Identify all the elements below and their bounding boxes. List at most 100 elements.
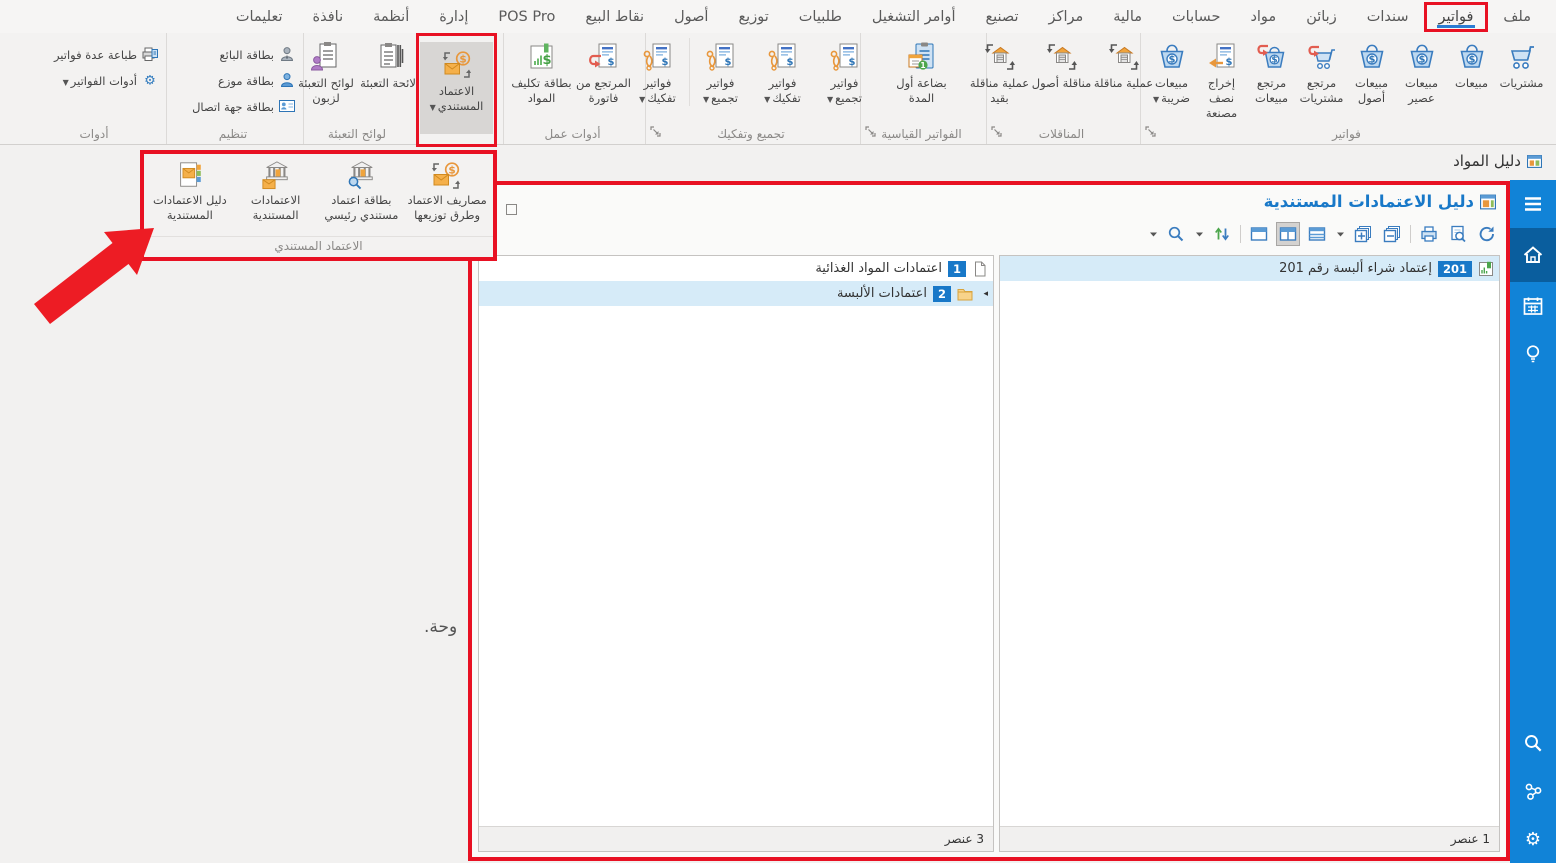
menu-tab[interactable]: إدارة xyxy=(424,2,483,32)
dropdown-menu-item[interactable]: الاعتمادات المستندية xyxy=(233,158,319,223)
panel-toolbar xyxy=(1148,223,1498,245)
menu-tab[interactable]: تعليمات xyxy=(221,2,298,32)
sidebar-item-hamburger[interactable] xyxy=(1510,180,1556,228)
toolbar-separator xyxy=(1240,225,1241,243)
panel-checkbox[interactable] xyxy=(506,204,517,215)
sidebar-item-calendar[interactable] xyxy=(1510,282,1556,330)
menu-tab[interactable]: طلبيات xyxy=(784,2,857,32)
collapse-all-button[interactable] xyxy=(1381,223,1403,245)
ribbon-button[interactable]: لائحة التعبئة xyxy=(357,38,419,91)
menu-tab[interactable]: نقاط البيع xyxy=(570,2,659,32)
ribbon-button[interactable]: $الاعتماد المستندي▼ xyxy=(420,42,493,134)
dialog-launcher-icon[interactable] xyxy=(865,122,876,141)
sidebar-item-lightbulb[interactable] xyxy=(1510,330,1556,378)
menu-tab[interactable]: مالية xyxy=(1098,2,1157,32)
bank-search-icon xyxy=(346,160,376,190)
ribbon-button[interactable]: بطاقة جهة اتصال xyxy=(192,97,295,115)
window-tab-materials-guide[interactable]: دليل المواد xyxy=(1453,152,1542,170)
doc-return-icon: $ xyxy=(588,41,620,73)
sidebar-item-search[interactable] xyxy=(1510,719,1556,767)
tree-expander-icon[interactable]: ◂ xyxy=(979,289,988,299)
view-list-button[interactable] xyxy=(1306,223,1328,245)
ribbon-button[interactable]: $بطاقة تكليف المواد xyxy=(511,38,573,106)
row-badge: 201 xyxy=(1438,261,1472,277)
ribbon-button[interactable]: بطاقة البائع xyxy=(220,45,295,63)
menu-tab[interactable]: سندات xyxy=(1352,2,1424,32)
menu-tab[interactable]: حسابات xyxy=(1157,2,1235,32)
dialog-launcher-icon[interactable] xyxy=(991,122,1002,141)
sidebar-item-settings[interactable]: ⚙ xyxy=(1510,815,1556,863)
tree-row[interactable]: 1اعتمادات المواد الغذائية xyxy=(479,256,993,281)
tree-row[interactable]: ◂2اعتمادات الألبسة xyxy=(479,281,993,306)
ribbon-button[interactable]: $فواتير تجميع▼ xyxy=(689,38,752,106)
menu-tab[interactable]: مواد xyxy=(1235,2,1291,32)
svg-text:1: 1 xyxy=(920,61,925,70)
ribbon-button[interactable]: مرتجع مشتريات xyxy=(1297,38,1347,106)
menu-tab[interactable]: نافذة xyxy=(298,2,359,32)
ribbon-button[interactable]: $فواتير تفكيك▼ xyxy=(752,38,814,106)
menu-tab[interactable]: ملف xyxy=(1488,2,1546,32)
ribbon-button-label: أدوات الفواتير▼ xyxy=(63,74,137,89)
ribbon-button[interactable]: $مبيعات أصول xyxy=(1347,38,1397,106)
bank-envelope-icon xyxy=(261,160,291,190)
dropdown-menu-item[interactable]: بطاقة اعتماد مستندي رئيسي xyxy=(319,158,405,223)
row-badge: 1 xyxy=(948,261,966,277)
dialog-launcher-icon[interactable] xyxy=(650,122,661,141)
ribbon-button[interactable]: $مبيعات xyxy=(1447,38,1497,91)
expand-all-button[interactable] xyxy=(1352,223,1374,245)
ribbon-button[interactable]: مشتريات xyxy=(1497,38,1547,91)
basket-return-icon: $ xyxy=(1256,41,1288,73)
group-label: أدوات xyxy=(26,127,162,141)
menu-tab[interactable]: فواتير xyxy=(1424,2,1489,32)
clipboard-person-icon xyxy=(310,41,342,73)
menu-tab[interactable]: POS Pro xyxy=(483,2,570,32)
ribbon-button[interactable]: $مبيعات عصير xyxy=(1397,38,1447,106)
ribbon-button[interactable]: $إخراج نصف مصنعة xyxy=(1197,38,1247,121)
ribbon-button[interactable]: ⚙أدوات الفواتير▼ xyxy=(63,71,158,89)
dropdown-button[interactable] xyxy=(1148,223,1158,245)
print-preview-button[interactable] xyxy=(1447,223,1469,245)
menu-tab[interactable]: تصنيع xyxy=(970,2,1033,32)
ribbon-button[interactable]: $فواتير تجميع▼ xyxy=(814,38,876,106)
ribbon-button-label: الاعتماد المستندي▼ xyxy=(426,84,488,114)
menu-tab[interactable]: زبائن xyxy=(1291,2,1352,32)
dropdown-menu-item[interactable]: $مصاريف الاعتماد وطرق توزيعها xyxy=(404,158,490,223)
panel-title: دليل الاعتمادات المستندية xyxy=(1264,192,1496,211)
ribbon-button[interactable]: عملية مناقلة xyxy=(1093,38,1155,91)
search-button[interactable] xyxy=(1165,223,1187,245)
refresh-button[interactable] xyxy=(1476,223,1498,245)
ribbon-button[interactable]: 1بضاعة أول المدة xyxy=(891,38,953,106)
ribbon-button[interactable]: $مرتجع مبيعات xyxy=(1247,38,1297,106)
list-row[interactable]: 201إعتماد شراء ألبسة رقم 201 xyxy=(1000,256,1499,281)
ribbon-button-label: مشتريات xyxy=(1497,76,1547,91)
ribbon-button[interactable]: بطاقة موزع xyxy=(218,71,295,89)
menu-tab[interactable]: توزيع xyxy=(723,2,783,32)
svg-text:$: $ xyxy=(607,57,614,68)
sidebar-item-share[interactable] xyxy=(1510,767,1556,815)
menu-tab[interactable]: مراكز xyxy=(1034,2,1099,32)
menu-tab[interactable]: أصول xyxy=(659,2,723,32)
menu-tab[interactable]: أوامر التشغيل xyxy=(857,2,971,32)
chevron-down-icon: ▼ xyxy=(827,95,833,104)
dialog-launcher-icon[interactable] xyxy=(1145,122,1156,141)
svg-text:$: $ xyxy=(1271,56,1277,66)
envelope-dollar-icon: $ xyxy=(441,49,473,81)
svg-text:$: $ xyxy=(1168,55,1175,66)
dropdown-button[interactable] xyxy=(1335,223,1345,245)
ribbon-button-label: فواتير تجميع▼ xyxy=(814,76,876,106)
chevron-down-icon: ▼ xyxy=(63,78,69,87)
print-button[interactable] xyxy=(1418,223,1440,245)
sort-button[interactable] xyxy=(1211,223,1233,245)
ribbon-button-label: بطاقة موزع xyxy=(218,74,274,89)
ribbon-button-label: مناقلة أصول xyxy=(1031,76,1093,91)
ribbon-button[interactable]: طباعة عدة فواتير xyxy=(54,45,158,63)
sidebar-item-home[interactable] xyxy=(1510,228,1556,282)
view-single-button[interactable] xyxy=(1248,223,1270,245)
ribbon-button[interactable]: مناقلة أصول xyxy=(1031,38,1093,91)
menu-tab[interactable]: أنظمة xyxy=(358,2,424,32)
ribbon-button[interactable]: $المرتجع من فاتورة xyxy=(573,38,635,106)
view-columns-button[interactable] xyxy=(1277,223,1299,245)
ribbon-button[interactable]: لوائح التعبئة لزبون xyxy=(295,38,357,106)
ribbon-button-label: فواتير تفكيك▼ xyxy=(752,76,814,106)
dropdown-button[interactable] xyxy=(1194,223,1204,245)
